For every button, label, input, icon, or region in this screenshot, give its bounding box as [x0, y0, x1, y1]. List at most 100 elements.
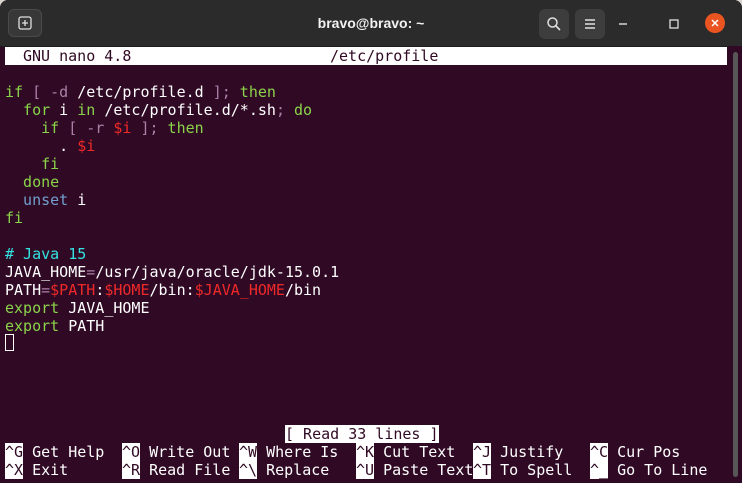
code-token: /bin:	[149, 281, 195, 299]
search-button[interactable]	[539, 9, 569, 39]
shortcut-key: ^R	[122, 461, 141, 479]
code-token: PATH	[5, 281, 42, 299]
shortcut-item: ^X Exit	[5, 461, 68, 479]
code-token: $PATH	[50, 281, 96, 299]
shortcut-item: ^_ Go To Line	[590, 461, 707, 479]
shortcut-item: ^J Justify	[473, 443, 563, 461]
code-token: -d	[50, 83, 69, 101]
code-token: # Java 15	[5, 245, 87, 263]
code-token: $i	[113, 119, 132, 137]
shortcut-key: ^O	[122, 443, 141, 461]
shortcut-item: ^W Where Is	[239, 443, 338, 461]
code-token: PATH	[59, 317, 105, 335]
shortcut-key: ^J	[473, 443, 492, 461]
editor-line[interactable]: JAVA_HOME=/usr/java/oracle/jdk-15.0.1	[5, 263, 339, 281]
terminal-content[interactable]: GNU nano 4.8 /etc/profile if [ -d /etc/p…	[5, 46, 727, 483]
editor-line[interactable]: fi	[5, 209, 23, 227]
editor-line[interactable]: done	[5, 173, 59, 191]
code-token: /etc/profile.d/*.sh	[95, 101, 276, 119]
shortcut-label: Where Is	[257, 443, 339, 461]
code-token: /bin	[284, 281, 322, 299]
maximize-icon	[669, 19, 679, 29]
editor-line[interactable]: export JAVA_HOME	[5, 299, 150, 317]
shortcut-key: ^C	[590, 443, 609, 461]
shortcut-label: Go To Line	[608, 461, 708, 479]
shortcut-item: ^\ Replace	[239, 461, 329, 479]
menu-button[interactable]	[575, 9, 605, 39]
editor-line[interactable]: unset i	[5, 191, 86, 209]
file-name: /etc/profile	[330, 47, 439, 65]
shortcut-label: Justify	[491, 443, 564, 461]
search-icon	[547, 17, 561, 31]
shortcut-key: ^_	[590, 461, 609, 479]
code-token: for	[5, 101, 51, 119]
shortcut-item: ^T To Spell	[473, 461, 572, 479]
code-token: [	[59, 119, 87, 137]
editor-line[interactable]: fi	[5, 155, 59, 173]
code-token: i	[68, 191, 87, 209]
code-token: fi	[5, 155, 60, 173]
editor-line[interactable]: PATH=$PATH:$HOME/bin:$JAVA_HOME/bin	[5, 281, 321, 299]
editor-line[interactable]: . $i	[5, 137, 95, 155]
shortcut-key: ^U	[356, 461, 375, 479]
titlebar: bravo@bravo: ~	[0, 0, 742, 47]
scrollbar-thumb[interactable]	[733, 52, 738, 477]
code-token: ;	[275, 101, 285, 119]
hamburger-menu-icon	[585, 19, 595, 29]
shortcut-label: Replace	[257, 461, 330, 479]
shortcut-label: Get Help	[23, 443, 105, 461]
code-token: unset	[5, 191, 69, 209]
code-token: export	[5, 299, 60, 317]
editor-line[interactable]: for i in /etc/profile.d/*.sh; do	[5, 101, 312, 119]
code-token: i	[50, 101, 78, 119]
editor-line[interactable]: if [ -r $i ]; then	[5, 119, 204, 137]
code-token: /etc/profile.d	[68, 83, 213, 101]
code-token: [	[23, 83, 51, 101]
maximize-button[interactable]	[664, 14, 684, 34]
code-token: if	[5, 119, 60, 137]
code-token: -r	[86, 119, 105, 137]
shortcut-item: ^C Cur Pos	[590, 443, 680, 461]
shortcut-label: To Spell	[491, 461, 573, 479]
new-tab-icon	[18, 16, 32, 30]
new-tab-button[interactable]	[8, 9, 42, 37]
code-token: ];	[131, 119, 159, 137]
code-token: fi	[5, 209, 24, 227]
code-token: JAVA_HOME	[5, 263, 87, 281]
code-token: =	[41, 281, 51, 299]
shortcut-label: Write Out	[140, 443, 231, 461]
text-cursor	[5, 334, 14, 351]
editor-line[interactable]: # Java 15	[5, 245, 86, 263]
scrollbar[interactable]	[728, 46, 742, 483]
code-token: JAVA_HOME	[59, 299, 150, 317]
nano-version: GNU nano 4.8	[23, 47, 132, 65]
editor-line[interactable]: if [ -d /etc/profile.d ]; then	[5, 83, 276, 101]
code-token: in	[77, 101, 96, 119]
code-token: if	[5, 83, 24, 101]
shortcut-label: Exit	[23, 461, 69, 479]
close-button[interactable]	[705, 13, 725, 33]
shortcut-key: ^G	[5, 443, 24, 461]
shortcut-key: ^X	[5, 461, 24, 479]
shortcut-key: ^\	[239, 461, 258, 479]
code-token: then	[158, 119, 204, 137]
code-token: $i	[77, 137, 96, 155]
shortcut-item: ^K Cut Text	[356, 443, 455, 461]
code-token: do	[284, 101, 313, 119]
shortcut-label: Cut Text	[374, 443, 456, 461]
status-message: [ Read 33 lines ]	[285, 425, 439, 443]
minimize-icon	[619, 23, 627, 25]
shortcut-item: ^U Paste Text	[356, 461, 473, 479]
shortcut-label: Cur Pos	[608, 443, 681, 461]
minimize-button[interactable]	[613, 14, 633, 34]
shortcut-item: ^G Get Help	[5, 443, 104, 461]
code-token: done	[5, 173, 60, 191]
terminal-window: bravo@bravo: ~ GNU nano 4.8 /etc/profile…	[0, 0, 742, 483]
code-token: :	[95, 281, 105, 299]
close-icon	[711, 19, 719, 27]
code-token: /usr/java/oracle/jdk-15.0.1	[95, 263, 340, 281]
shortcut-key: ^W	[239, 443, 258, 461]
editor-line[interactable]: export PATH	[5, 317, 104, 335]
shortcut-label: Paste Text	[374, 461, 474, 479]
code-token: .	[5, 137, 78, 155]
